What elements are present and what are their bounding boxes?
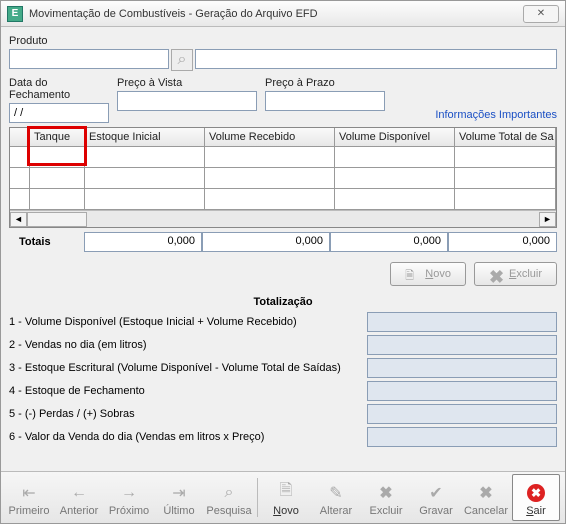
grid-col-volume-recebido[interactable]: Volume Recebido <box>205 128 335 146</box>
tot-line-1-label: 1 - Volume Disponível (Estoque Inicial +… <box>9 316 361 328</box>
total-estoque-inicial: 0,000 <box>84 232 202 252</box>
toolbar-anterior-label: Anterior <box>60 505 99 517</box>
toolbar-pesquisa[interactable]: ⌕ Pesquisa <box>205 474 253 521</box>
grid-col-volume-total-saidas[interactable]: Volume Total de Sa <box>455 128 556 146</box>
titlebar: E Movimentação de Combustíveis - Geração… <box>1 1 565 27</box>
tot-line-6-label: 6 - Valor da Venda do dia (Vendas em lit… <box>9 431 361 443</box>
toolbar-primeiro-label: Primeiro <box>9 505 50 517</box>
excluir-label: xcluir <box>516 268 542 280</box>
search-icon: ⌕ <box>178 51 187 69</box>
total-volume-disponivel: 0,000 <box>330 232 448 252</box>
tot-line-5-label: 5 - (-) Perdas / (+) Sobras <box>9 408 361 420</box>
data-fechamento-input[interactable] <box>9 103 109 123</box>
totalizacao-heading: Totalização <box>9 296 557 308</box>
first-icon: ⇤ <box>19 483 39 503</box>
grid: Tanque Estoque Inicial Volume Recebido V… <box>9 127 557 228</box>
toolbar-gravar[interactable]: ✔ Gravar <box>412 474 460 521</box>
tot-line-2-label: 2 - Vendas no dia (em litros) <box>9 339 361 351</box>
tot-line-3-field <box>367 358 557 378</box>
toolbar-ultimo-label: Último <box>163 505 194 517</box>
tot-line-3-label: 3 - Estoque Escritural (Volume Disponíve… <box>9 362 361 374</box>
grid-header: Tanque Estoque Inicial Volume Recebido V… <box>10 128 556 147</box>
produto-search-button[interactable]: ⌕ <box>171 49 193 71</box>
toolbar-alterar[interactable]: ✎ Alterar <box>312 474 360 521</box>
totais-label: Totais <box>9 236 84 248</box>
total-volume-saidas: 0,000 <box>448 232 557 252</box>
novo-label: ovo <box>433 268 451 280</box>
toolbar-separator <box>257 478 258 517</box>
grid-hscroll[interactable]: ◄ ► <box>10 210 556 227</box>
tot-line-5-field <box>367 404 557 424</box>
toolbar-anterior[interactable]: ← Anterior <box>55 474 103 521</box>
grid-row[interactable] <box>10 168 556 189</box>
grid-row[interactable] <box>10 189 556 210</box>
preco-prazo-label: Preço à Prazo <box>265 77 385 89</box>
info-link[interactable]: Informações Importantes <box>435 109 557 121</box>
window-title: Movimentação de Combustíveis - Geração d… <box>29 8 523 20</box>
preco-prazo-input[interactable] <box>265 91 385 111</box>
toolbar-alterar-label: Alterar <box>320 505 352 517</box>
produto-label: Produto <box>9 35 557 47</box>
toolbar-novo[interactable]: 🗎 Novo <box>262 474 310 521</box>
search-icon: ⌕ <box>219 483 239 503</box>
excluir-button[interactable]: ✖ Excluir <box>474 262 557 286</box>
grid-col-tanque[interactable]: Tanque <box>30 128 85 146</box>
toolbar-primeiro[interactable]: ⇤ Primeiro <box>5 474 53 521</box>
save-icon: ✔ <box>426 483 446 503</box>
window-close-button[interactable]: ✕ <box>523 5 559 23</box>
delete-icon: ✖ <box>489 267 503 281</box>
toolbar-sair-label: Sair <box>526 505 546 517</box>
tot-line-6-field <box>367 427 557 447</box>
window: E Movimentação de Combustíveis - Geração… <box>0 0 566 524</box>
delete-icon: ✖ <box>376 483 396 503</box>
prev-icon: ← <box>69 483 89 503</box>
total-volume-recebido: 0,000 <box>202 232 330 252</box>
next-icon: → <box>119 483 139 503</box>
document-icon: 🗎 <box>405 267 419 281</box>
tot-line-4-label: 4 - Estoque de Fechamento <box>9 385 361 397</box>
novo-button[interactable]: 🗎 Novo <box>390 262 466 286</box>
grid-col-marker <box>10 128 30 146</box>
grid-col-volume-disponivel[interactable]: Volume Disponível <box>335 128 455 146</box>
scroll-track[interactable] <box>27 212 539 227</box>
grid-row[interactable] <box>10 147 556 168</box>
scroll-left-button[interactable]: ◄ <box>10 212 27 227</box>
grid-col-estoque-inicial[interactable]: Estoque Inicial <box>85 128 205 146</box>
scroll-thumb[interactable] <box>27 212 87 227</box>
tot-line-1-field <box>367 312 557 332</box>
totals-row: Totais 0,000 0,000 0,000 0,000 <box>9 232 557 252</box>
toolbar-cancelar-label: Cancelar <box>464 505 508 517</box>
toolbar-proximo-label: Próximo <box>109 505 149 517</box>
grid-body <box>10 147 556 210</box>
scroll-right-button[interactable]: ► <box>539 212 556 227</box>
toolbar-ultimo[interactable]: ⇥ Último <box>155 474 203 521</box>
toolbar-novo-label: Novo <box>273 505 299 517</box>
data-fechamento-label: Data do Fechamento <box>9 77 109 101</box>
tot-line-2-field <box>367 335 557 355</box>
toolbar-cancelar[interactable]: ✖ Cancelar <box>462 474 510 521</box>
toolbar-gravar-label: Gravar <box>419 505 453 517</box>
edit-icon: ✎ <box>326 483 346 503</box>
exit-icon: ✖ <box>526 483 546 503</box>
preco-vista-input[interactable] <box>117 91 257 111</box>
toolbar-excluir-label: Excluir <box>369 505 402 517</box>
preco-vista-label: Preço à Vista <box>117 77 257 89</box>
toolbar-excluir[interactable]: ✖ Excluir <box>362 474 410 521</box>
content: Produto ⌕ Data do Fechamento Preço à Vis… <box>1 27 565 447</box>
new-icon: 🗎 <box>276 483 296 503</box>
produto-name-input[interactable] <box>195 49 557 69</box>
tot-line-4-field <box>367 381 557 401</box>
toolbar: ⇤ Primeiro ← Anterior → Próximo ⇥ Último ⌕ Pe… <box>1 471 565 523</box>
app-icon: E <box>7 6 23 22</box>
toolbar-sair[interactable]: ✖ Sair <box>512 474 560 521</box>
toolbar-pesquisa-label: Pesquisa <box>206 505 251 517</box>
toolbar-proximo[interactable]: → Próximo <box>105 474 153 521</box>
produto-code-input[interactable] <box>9 49 169 69</box>
last-icon: ⇥ <box>169 483 189 503</box>
cancel-icon: ✖ <box>476 483 496 503</box>
